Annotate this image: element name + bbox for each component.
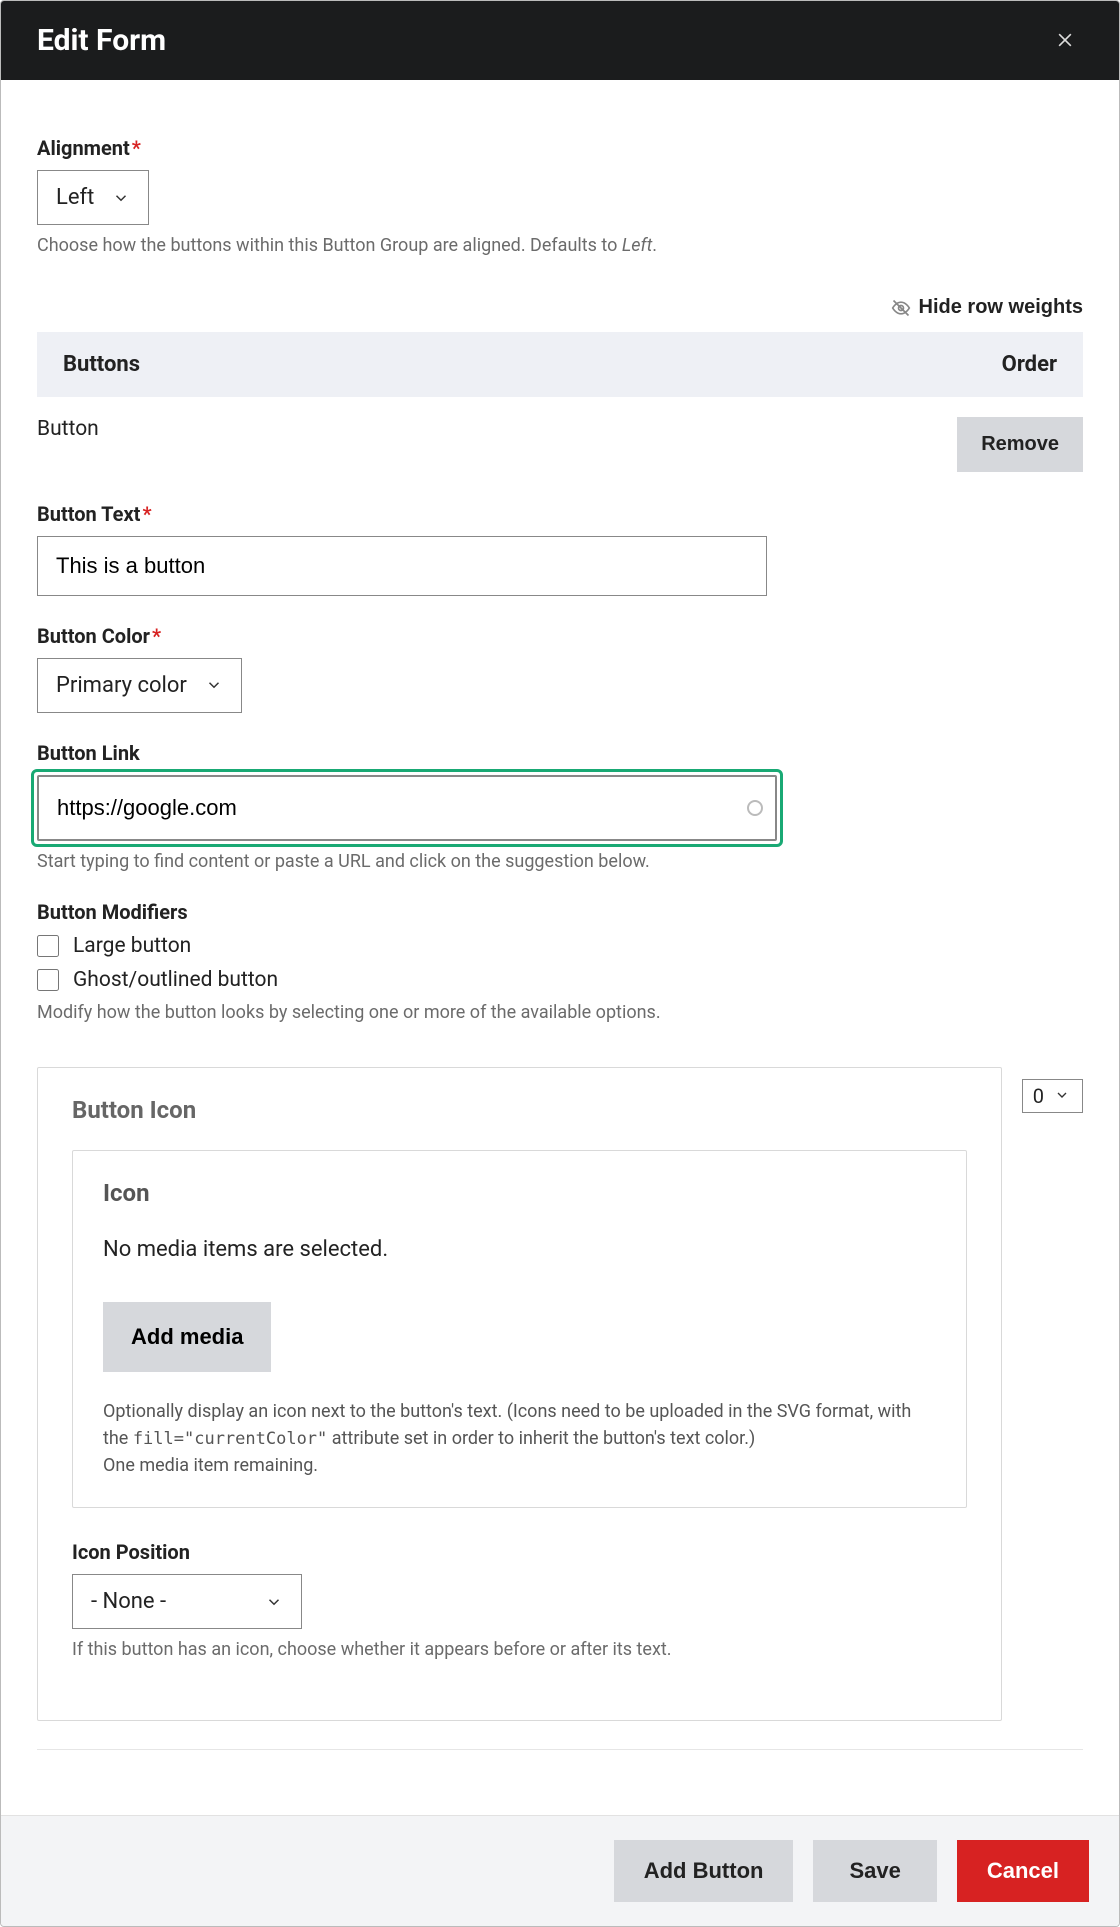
icon-position-help: If this button has an icon, choose wheth…: [72, 1639, 967, 1660]
modal-body: Alignment* Left Choose how the buttons w…: [1, 80, 1119, 1815]
button-modifiers-label: Button Modifiers: [37, 900, 1083, 924]
table-col-order: Order: [1002, 352, 1057, 377]
button-color-label: Button Color*: [37, 624, 1083, 648]
loading-icon: [747, 800, 763, 816]
icon-position-field: Icon Position - None - If this button ha…: [72, 1540, 967, 1664]
buttons-table-header: Buttons Order: [37, 332, 1083, 397]
button-icon-panel: Button Icon Icon No media items are sele…: [37, 1067, 1002, 1722]
button-modifiers-field: Button Modifiers Large button Ghost/outl…: [37, 900, 1083, 1023]
modifier-large-option: Large button: [37, 934, 1083, 958]
table-col-buttons: Buttons: [63, 352, 140, 377]
alignment-help-default: Left: [622, 235, 652, 256]
icon-media-box: Icon No media items are selected. Add me…: [72, 1150, 967, 1509]
alignment-help-suffix: .: [652, 235, 657, 256]
close-button[interactable]: [1047, 24, 1083, 58]
alignment-field: Alignment* Left Choose how the buttons w…: [37, 136, 1083, 256]
button-link-field: Button Link Start typing to find content…: [37, 741, 1083, 872]
eye-off-icon: [891, 298, 911, 318]
chevron-down-icon: [1054, 1087, 1072, 1105]
modal-footer: Add Button Save Cancel: [1, 1815, 1119, 1926]
add-media-button[interactable]: Add media: [103, 1302, 271, 1372]
alignment-help-prefix: Choose how the buttons within this Butto…: [37, 235, 622, 256]
modal-title: Edit Form: [37, 23, 166, 58]
button-link-help: Start typing to find content or paste a …: [37, 851, 1083, 872]
alignment-help: Choose how the buttons within this Butto…: [37, 235, 1083, 256]
modifier-ghost-option: Ghost/outlined button: [37, 968, 1083, 992]
hide-row-weights-row: Hide row weights: [37, 296, 1083, 322]
save-button[interactable]: Save: [813, 1840, 936, 1902]
button-icon-title: Button Icon: [72, 1096, 967, 1124]
icon-help-1b: attribute set in order to inherit the bu…: [327, 1428, 755, 1449]
button-link-input-wrap: [37, 775, 777, 841]
button-color-value: Primary color: [56, 673, 187, 698]
icon-position-value: - None -: [91, 1589, 166, 1614]
icon-media-title: Icon: [103, 1179, 936, 1207]
alignment-label-text: Alignment: [37, 136, 130, 160]
button-link-input[interactable]: [37, 775, 777, 841]
order-value: 0: [1033, 1084, 1044, 1108]
hide-row-weights-label: Hide row weights: [919, 296, 1083, 319]
close-icon: [1055, 26, 1075, 56]
button-color-label-text: Button Color: [37, 624, 150, 648]
alignment-label: Alignment*: [37, 136, 1083, 160]
order-select-wrap: 0: [1022, 1051, 1083, 1113]
button-icon-row: Button Icon Icon No media items are sele…: [37, 1051, 1083, 1722]
modifier-large-checkbox[interactable]: [37, 935, 59, 957]
row-label: Button: [37, 417, 99, 441]
no-media-text: No media items are selected.: [103, 1237, 936, 1262]
icon-position-select[interactable]: - None -: [72, 1574, 302, 1629]
button-text-label: Button Text*: [37, 502, 1083, 526]
modifier-large-label: Large button: [73, 934, 191, 958]
icon-position-label: Icon Position: [72, 1540, 967, 1564]
chevron-down-icon: [112, 189, 130, 207]
edit-form-modal: Edit Form Alignment* Left Choose how the…: [0, 0, 1120, 1927]
button-text-field: Button Text*: [37, 502, 1083, 596]
required-marker: *: [132, 136, 141, 160]
icon-help-text: Optionally display an icon next to the b…: [103, 1398, 936, 1480]
separator: [37, 1749, 1083, 1750]
cancel-button[interactable]: Cancel: [957, 1840, 1089, 1902]
icon-help-code: fill="currentColor": [133, 1429, 327, 1449]
add-button-button[interactable]: Add Button: [614, 1840, 794, 1902]
button-text-label-text: Button Text: [37, 502, 140, 526]
alignment-value: Left: [56, 185, 94, 210]
chevron-down-icon: [205, 676, 223, 694]
button-modifiers-help: Modify how the button looks by selecting…: [37, 1002, 1083, 1023]
button-text-input[interactable]: [37, 536, 767, 596]
button-color-select[interactable]: Primary color: [37, 658, 242, 713]
modifier-ghost-label: Ghost/outlined button: [73, 968, 278, 992]
modifier-ghost-checkbox[interactable]: [37, 969, 59, 991]
button-link-label: Button Link: [37, 741, 1083, 765]
table-row: Button Remove: [37, 397, 1083, 472]
required-marker: *: [152, 624, 161, 648]
button-color-field: Button Color* Primary color: [37, 624, 1083, 713]
icon-help-2: One media item remaining.: [103, 1455, 318, 1476]
alignment-select[interactable]: Left: [37, 170, 149, 225]
modal-header: Edit Form: [1, 1, 1119, 80]
required-marker: *: [142, 502, 151, 526]
hide-row-weights-button[interactable]: Hide row weights: [891, 296, 1083, 319]
chevron-down-icon: [265, 1593, 283, 1611]
order-select[interactable]: 0: [1022, 1079, 1083, 1113]
remove-button[interactable]: Remove: [957, 417, 1083, 472]
